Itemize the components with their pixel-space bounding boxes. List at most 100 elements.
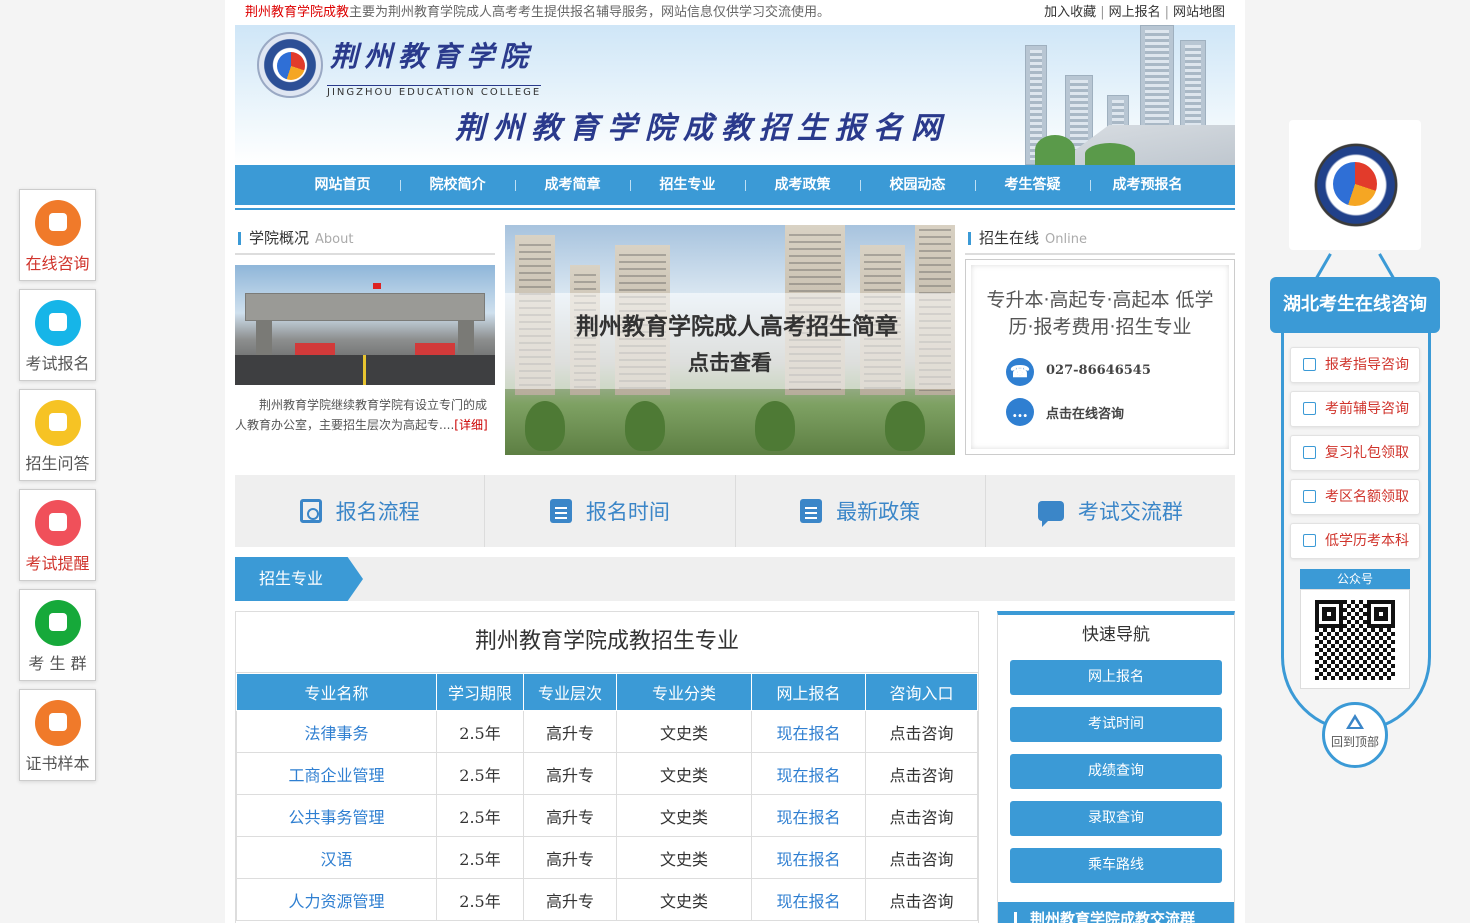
right-school-seal bbox=[1289, 120, 1421, 250]
rf-exam-quota[interactable]: 考区名额领取 bbox=[1290, 479, 1420, 515]
nav-home[interactable]: 网站首页 bbox=[285, 165, 400, 205]
major-name[interactable]: 人力资源管理 bbox=[236, 878, 437, 921]
major-name[interactable]: 公共事务管理 bbox=[236, 794, 437, 837]
float-label: 在线咨询 bbox=[25, 254, 90, 273]
rf-review-pack[interactable]: 复习礼包领取 bbox=[1290, 435, 1420, 471]
majors-table: 专业名称 学习期限 专业层次 专业分类 网上报名 咨询入口 法律事务 2.5年 … bbox=[236, 673, 978, 921]
exchange-group-label: 荆州教育学院成教交流群 bbox=[1030, 910, 1196, 923]
nav-brochure[interactable]: 成考简章 bbox=[515, 165, 630, 205]
majors-tab[interactable]: 招生专业 bbox=[235, 557, 363, 601]
right-panel-title[interactable]: 湖北考生在线咨询 bbox=[1270, 277, 1440, 333]
rf-label: 复习礼包领取 bbox=[1325, 445, 1409, 461]
nav-pre-register[interactable]: 成考预报名 bbox=[1090, 165, 1205, 205]
campus-photo[interactable] bbox=[235, 265, 495, 385]
quick-label: 最新政策 bbox=[836, 500, 921, 524]
add-favorite-link[interactable]: 加入收藏 bbox=[1044, 5, 1096, 20]
about-heading: 学院概况 About bbox=[235, 225, 495, 255]
school-logo[interactable] bbox=[257, 32, 323, 98]
quicknav-online-register[interactable]: 网上报名 bbox=[1010, 660, 1222, 695]
table-row: 人力资源管理 2.5年 高升专 文史类 现在报名 点击咨询 bbox=[236, 878, 978, 921]
nav-policy[interactable]: 成考政策 bbox=[745, 165, 860, 205]
quicknav-admission-query[interactable]: 录取查询 bbox=[1010, 801, 1222, 836]
plus-square-icon bbox=[1303, 358, 1316, 371]
table-row: 法律事务 2.5年 高升专 文史类 现在报名 点击咨询 bbox=[236, 710, 978, 753]
slide-cta[interactable]: 点击查看 bbox=[505, 347, 955, 377]
float-student-group[interactable]: 考 生 群 bbox=[19, 589, 96, 681]
float-label: 考试报名 bbox=[25, 354, 90, 373]
float-exam-register[interactable]: 考试报名 bbox=[19, 289, 96, 381]
col-apply: 网上报名 bbox=[751, 673, 866, 711]
phone-icon: ☎ bbox=[1006, 358, 1034, 386]
brand-link[interactable]: 荆州教育学院成教 bbox=[245, 5, 349, 20]
major-name[interactable]: 工商企业管理 bbox=[236, 752, 437, 795]
float-exam-reminder[interactable]: 考试提醒 bbox=[19, 489, 96, 581]
phone-row[interactable]: ☎ 027-86646545 bbox=[1006, 358, 1151, 386]
quick-register-time[interactable]: 报名时间 bbox=[485, 475, 736, 547]
online-register-link[interactable]: 网上报名 bbox=[1109, 5, 1161, 20]
apply-link[interactable]: 现在报名 bbox=[751, 836, 866, 879]
quick-latest-policy[interactable]: 最新政策 bbox=[735, 475, 986, 547]
consult-link[interactable]: 点击咨询 bbox=[865, 710, 978, 753]
user-headset-icon bbox=[34, 200, 81, 246]
rf-pre-exam-tutoring[interactable]: 考前辅导咨询 bbox=[1290, 391, 1420, 427]
consult-link[interactable]: 点击咨询 bbox=[865, 836, 978, 879]
duration: 2.5年 bbox=[436, 710, 524, 753]
col-major-name: 专业名称 bbox=[236, 673, 437, 711]
nav-campus-news[interactable]: 校园动态 bbox=[860, 165, 975, 205]
majors-bar: 招生专业 bbox=[235, 557, 1235, 601]
quicknav-bus-route[interactable]: 乘车路线 bbox=[1010, 848, 1222, 883]
apply-link[interactable]: 现在报名 bbox=[751, 752, 866, 795]
quick-register-process[interactable]: 报名流程 bbox=[235, 475, 486, 547]
col-category: 专业分类 bbox=[616, 673, 752, 711]
duration: 2.5年 bbox=[436, 878, 524, 921]
online-desc: 专升本·高起专·高起本 低学历·报考费用·招生专业 bbox=[986, 289, 1214, 338]
nav-about[interactable]: 院校简介 bbox=[400, 165, 515, 205]
site-title: 荆州教育学院成教招生报名网 bbox=[455, 111, 949, 146]
nav-faq[interactable]: 考生答疑 bbox=[975, 165, 1090, 205]
table-row: 工商企业管理 2.5年 高升专 文史类 现在报名 点击咨询 bbox=[236, 752, 978, 795]
float-admission-qa[interactable]: 招生问答 bbox=[19, 389, 96, 481]
rf-label: 低学历考本科 bbox=[1325, 533, 1409, 549]
quicknav-exam-time[interactable]: 考试时间 bbox=[1010, 707, 1222, 742]
consult-link[interactable]: 点击咨询 bbox=[865, 878, 978, 921]
chat-icon bbox=[1037, 501, 1064, 527]
qr-label: 公众号 bbox=[1300, 569, 1410, 589]
consult-link: 点击在线咨询 bbox=[1046, 407, 1125, 422]
rf-label: 报考指导咨询 bbox=[1325, 357, 1409, 373]
float-certificate-sample[interactable]: 证书样本 bbox=[19, 689, 96, 781]
header-banner: 荆州教育学院 JINGZHOU EDUCATION COLLEGE 荆州教育学院… bbox=[235, 25, 1235, 165]
about-title: 学院概况 bbox=[249, 229, 310, 247]
consult-link[interactable]: 点击咨询 bbox=[865, 752, 978, 795]
majors-table-title: 荆州教育学院成教招生专业 bbox=[236, 612, 978, 673]
about-title-en: About bbox=[315, 232, 354, 247]
apply-link[interactable]: 现在报名 bbox=[751, 794, 866, 837]
hero-slide[interactable]: 荆州教育学院成人高考招生简章 点击查看 bbox=[505, 225, 955, 455]
top-bar: 荆州教育学院成教主要为荆州教育学院成人高考考生提供报名辅导服务，网站信息仅供学习… bbox=[245, 0, 1225, 25]
apply-link[interactable]: 现在报名 bbox=[751, 710, 866, 753]
back-to-top-button[interactable]: 回到顶部 bbox=[1322, 702, 1388, 768]
rf-exam-guidance[interactable]: 报考指导咨询 bbox=[1290, 347, 1420, 383]
category: 文史类 bbox=[616, 794, 752, 837]
sitemap-link[interactable]: 网站地图 bbox=[1173, 5, 1225, 20]
nav-majors[interactable]: 招生专业 bbox=[630, 165, 745, 205]
exchange-group-heading: 荆州教育学院成教交流群 bbox=[998, 902, 1234, 923]
about-more-link[interactable]: [详细] bbox=[454, 418, 487, 432]
col-consult: 咨询入口 bbox=[865, 673, 978, 711]
major-name[interactable]: 汉语 bbox=[236, 836, 437, 879]
slide-headline: 荆州教育学院成人高考招生简章 bbox=[576, 314, 898, 340]
apply-link[interactable]: 现在报名 bbox=[751, 878, 866, 921]
rf-low-degree-bachelor[interactable]: 低学历考本科 bbox=[1290, 523, 1420, 559]
duration: 2.5年 bbox=[436, 752, 524, 795]
arrow-up-icon bbox=[1346, 714, 1364, 729]
top-notice: 主要为荆州教育学院成人高考考生提供报名辅导服务，网站信息仅供学习交流使用。 bbox=[349, 5, 831, 20]
phone-number: 027-86646545 bbox=[1046, 363, 1151, 378]
consult-row[interactable]: … 点击在线咨询 bbox=[1006, 398, 1125, 426]
consult-link[interactable]: 点击咨询 bbox=[865, 794, 978, 837]
quicknav-score-query[interactable]: 成绩查询 bbox=[1010, 754, 1222, 789]
float-online-consult[interactable]: 在线咨询 bbox=[19, 189, 96, 281]
duration: 2.5年 bbox=[436, 836, 524, 879]
table-row: 公共事务管理 2.5年 高升专 文史类 现在报名 点击咨询 bbox=[236, 794, 978, 837]
quick-exam-group[interactable]: 考试交流群 bbox=[985, 475, 1235, 547]
major-name[interactable]: 法律事务 bbox=[236, 710, 437, 753]
back-to-top-label: 回到顶部 bbox=[1330, 735, 1379, 749]
